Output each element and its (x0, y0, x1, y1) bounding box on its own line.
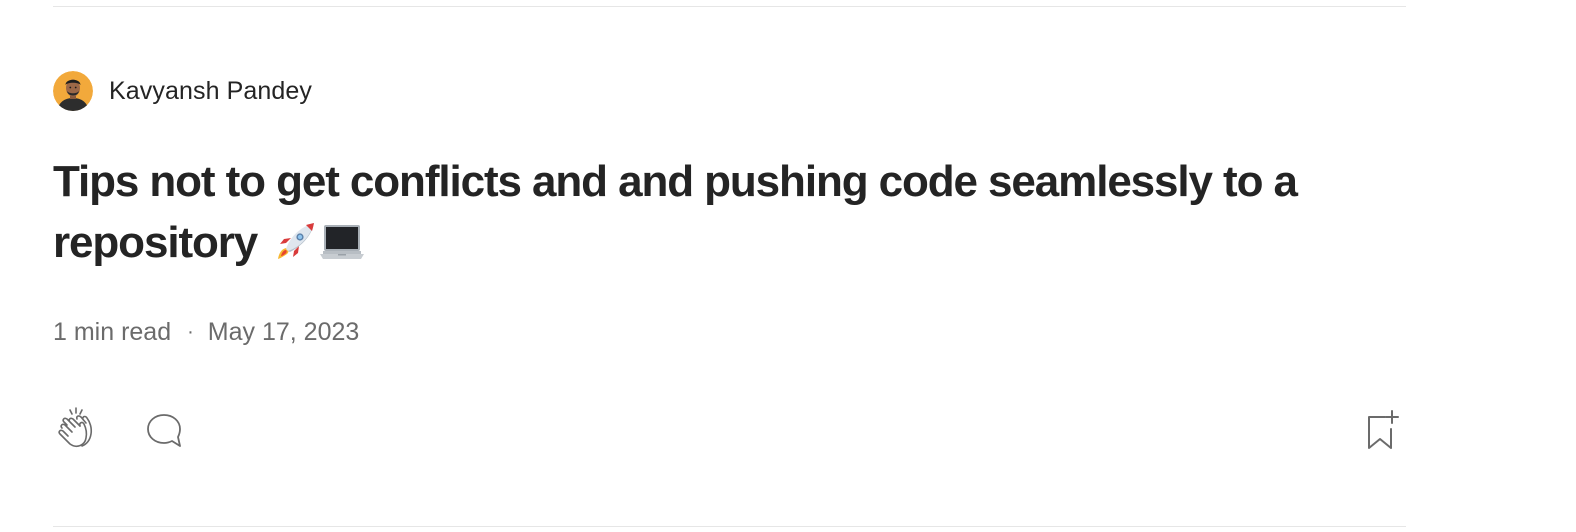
author-avatar[interactable] (53, 71, 93, 111)
bookmark-button[interactable] (1362, 407, 1404, 453)
post-title[interactable]: Tips not to get conflicts and and pushin… (53, 151, 1393, 281)
respond-button[interactable] (144, 410, 184, 450)
read-time: 1 min read (53, 317, 172, 346)
bottom-divider (53, 526, 1406, 527)
speech-bubble-icon (147, 414, 181, 447)
author-name[interactable]: Kavyansh Pandey (109, 77, 312, 106)
rocket-emoji (272, 219, 366, 281)
clap-icon (58, 407, 93, 447)
post-title-text[interactable]: Tips not to get conflicts and and pushin… (53, 157, 1298, 267)
clap-button[interactable] (53, 406, 99, 454)
post-meta: 1 min read · May 17, 2023 (53, 316, 359, 348)
bookmark-add-icon (1368, 410, 1399, 449)
author-link[interactable]: Kavyansh Pandey (53, 71, 312, 111)
meta-separator: · (187, 320, 194, 343)
publish-date: May 17, 2023 (207, 317, 360, 346)
top-divider (53, 6, 1406, 7)
